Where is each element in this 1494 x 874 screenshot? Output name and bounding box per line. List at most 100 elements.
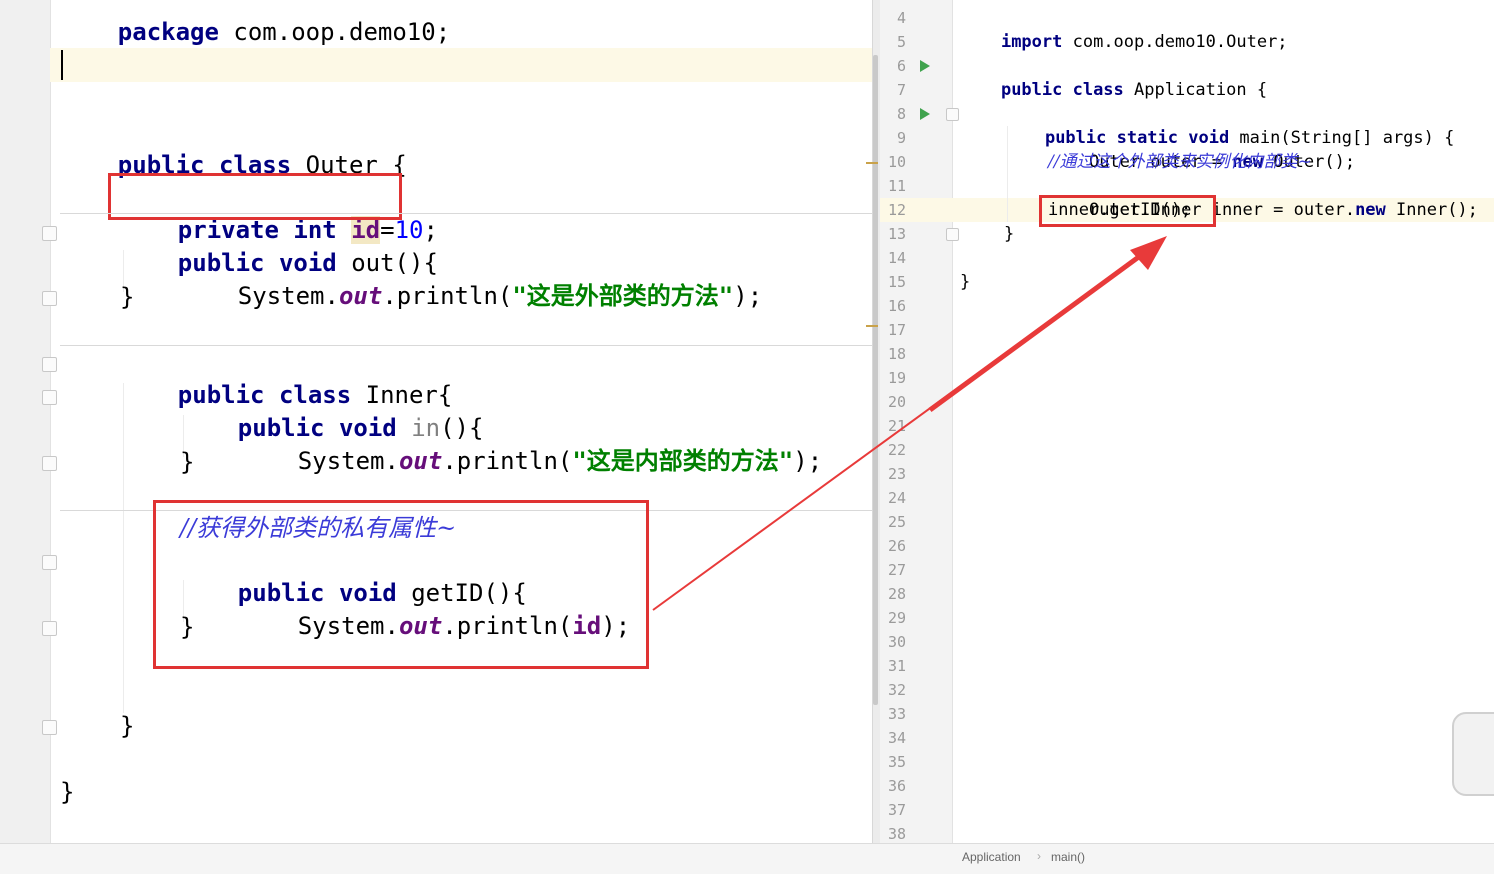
line-number: 7: [896, 81, 906, 99]
application-class-editor[interactable]: 4 5 6 7 8 9 10 11 12 13 14 15 16 17 18 19 20 21 22 23 24 25 26…: [880, 0, 1494, 843]
vertical-scrollbar-thumb[interactable]: [873, 55, 878, 705]
indent-guide: [1007, 126, 1008, 222]
in-method-body: System.out.println("这是内部类的方法");: [240, 413, 822, 475]
closing-brace: }: [120, 283, 135, 311]
method-separator: [60, 345, 872, 346]
string-literal: "这是外部类的方法": [512, 282, 734, 310]
line-number: 27: [887, 561, 906, 579]
indent-guide: [123, 383, 124, 713]
line-number: 38: [887, 825, 906, 843]
main-closing-brace: }: [1004, 224, 1015, 244]
line-number: 25: [887, 513, 906, 531]
left-status-area: [0, 843, 880, 874]
inner-class-closing-brace: }: [120, 712, 135, 740]
outer-class-closing-brace: }: [60, 778, 75, 806]
line-number: 15: [887, 273, 906, 291]
in-method-declaration: public void in(){: [180, 380, 484, 442]
floating-widget[interactable]: [1452, 712, 1494, 796]
line-number: 4: [896, 9, 906, 27]
line-number: 17: [887, 321, 906, 339]
line-number: 32: [887, 681, 906, 699]
outer-instantiation: Outer outer = new Outer();: [1048, 126, 1355, 172]
line-number: 26: [887, 537, 906, 555]
line-number: 6: [896, 57, 906, 75]
new-keyword: new: [1355, 200, 1386, 220]
main-method-declaration: public static void main(String[] args) {: [1004, 102, 1454, 148]
line-number: 37: [887, 801, 906, 819]
line-number: 35: [887, 753, 906, 771]
getid-call-highlight-box: [1039, 195, 1216, 227]
error-stripe-marker[interactable]: [866, 162, 878, 164]
package-keyword: package: [117, 18, 219, 46]
line-number: 24: [887, 489, 906, 507]
line-number: 16: [887, 297, 906, 315]
line-number: 14: [887, 249, 906, 267]
fold-marker[interactable]: [946, 228, 959, 241]
line-number: 23: [887, 465, 906, 483]
statement-end: );: [793, 447, 823, 475]
out-method-declaration: public void out(){: [120, 215, 438, 277]
string-literal: "这是内部类的方法": [572, 447, 794, 475]
line-number: 29: [887, 609, 906, 627]
fold-marker[interactable]: [42, 226, 57, 241]
fold-marker[interactable]: [42, 357, 57, 372]
error-stripe-marker[interactable]: [866, 325, 878, 327]
getid-highlight-box: [153, 500, 649, 669]
package-statement: package com.oop.demo10;: [60, 0, 450, 46]
inner-constructor: Inner();: [1385, 200, 1478, 220]
closing-brace: }: [180, 448, 195, 476]
line-number: 18: [887, 345, 906, 363]
package-name: com.oop.demo10;: [218, 18, 451, 46]
out-field: out: [338, 282, 383, 310]
line-number: 13: [887, 225, 906, 243]
outer-class-declaration: public class Outer {: [60, 117, 407, 179]
caret-line-highlight: [50, 48, 872, 82]
fold-marker[interactable]: [42, 720, 57, 735]
application-class-declaration: public class Application {: [960, 54, 1267, 100]
println-call: .println(: [382, 282, 513, 310]
import-keyword: import: [1000, 32, 1063, 52]
outer-class-editor[interactable]: package com.oop.demo10; public class Out…: [0, 0, 872, 843]
line-number: 11: [887, 177, 906, 195]
breadcrumb-separator: ›: [1037, 849, 1041, 863]
breadcrumb-bar: Application › main(): [880, 843, 1494, 874]
breadcrumb-class[interactable]: Application: [962, 850, 1021, 864]
line-number: 21: [887, 417, 906, 435]
line-number: 8: [896, 105, 906, 123]
system-ref: System.: [297, 447, 399, 475]
method-separator: [60, 213, 872, 214]
breadcrumb-method[interactable]: main(): [1051, 850, 1085, 864]
instantiation-comment: //通过这个外部类来实例化内部类~: [1048, 152, 1312, 172]
line-number: 5: [896, 33, 906, 51]
inner-class-declaration: public class Inner{: [120, 347, 453, 409]
out-method-body: System.out.println("这是外部类的方法");: [180, 248, 762, 310]
line-number: 28: [887, 585, 906, 603]
fold-marker[interactable]: [946, 108, 959, 121]
line-number: 33: [887, 705, 906, 723]
fold-marker[interactable]: [42, 621, 57, 636]
run-class-icon[interactable]: [920, 60, 930, 72]
system-ref: System.: [237, 282, 339, 310]
fold-marker[interactable]: [42, 291, 57, 306]
line-number: 22: [887, 441, 906, 459]
line-number: 12: [887, 201, 906, 219]
line-number: 10: [887, 153, 906, 171]
println-call: .println(: [442, 447, 573, 475]
left-gutter: [0, 0, 51, 843]
fold-marker[interactable]: [42, 555, 57, 570]
statement-end: );: [733, 282, 763, 310]
import-path: com.oop.demo10.Outer;: [1062, 32, 1288, 52]
line-number: 9: [896, 129, 906, 147]
import-statement: import com.oop.demo10.Outer;: [960, 6, 1288, 52]
line-number: 30: [887, 633, 906, 651]
class-keyword: public class: [1000, 80, 1124, 100]
class-closing-brace: }: [960, 272, 971, 292]
run-main-icon[interactable]: [920, 108, 930, 120]
line-number: 34: [887, 729, 906, 747]
fold-marker[interactable]: [42, 456, 57, 471]
line-number: 31: [887, 657, 906, 675]
class-name: Application {: [1123, 80, 1268, 100]
out-field: out: [398, 447, 443, 475]
fold-marker[interactable]: [42, 390, 57, 405]
line-number: 19: [887, 369, 906, 387]
